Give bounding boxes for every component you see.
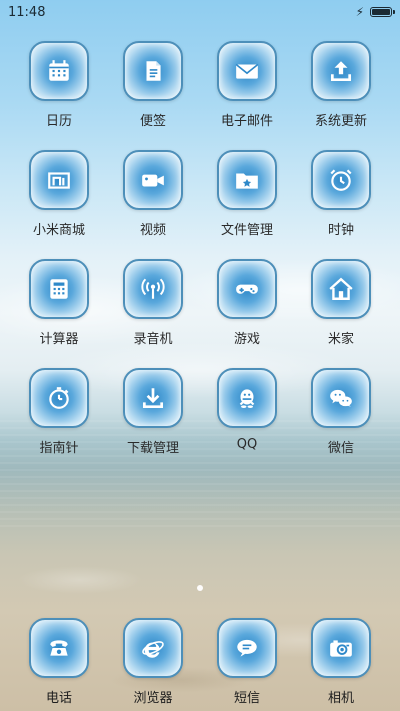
- app-recorder[interactable]: 录音机: [110, 259, 196, 347]
- app-downloads[interactable]: 下载管理: [110, 368, 196, 456]
- app-tile[interactable]: [217, 368, 277, 428]
- app-wechat[interactable]: 微信: [298, 368, 384, 456]
- app-label: 游戏: [233, 332, 260, 347]
- app-tile[interactable]: [123, 41, 183, 101]
- phone-icon: [50, 640, 68, 656]
- app-tile[interactable]: [311, 618, 371, 678]
- app-tile[interactable]: [123, 618, 183, 678]
- app-label: 小米商城: [32, 223, 85, 238]
- app-video[interactable]: 视频: [110, 150, 196, 238]
- app-tile[interactable]: [311, 259, 371, 319]
- app-label: 米家: [327, 332, 354, 347]
- calendar-icon: [49, 60, 69, 81]
- wechat-icon: [330, 389, 352, 407]
- app-calculator[interactable]: 计算器: [16, 259, 102, 347]
- page-indicator-dot[interactable]: [197, 585, 203, 591]
- app-tile[interactable]: [217, 618, 277, 678]
- note-icon: [146, 61, 161, 81]
- folder-icon: [236, 173, 258, 189]
- qq-penguin-icon: [239, 389, 255, 408]
- recorder-icon: [141, 278, 165, 299]
- video-icon: [142, 174, 164, 187]
- app-label: 相机: [327, 691, 354, 706]
- camera-icon: [330, 640, 352, 657]
- app-tile[interactable]: [123, 259, 183, 319]
- app-email[interactable]: 电子邮件: [204, 41, 290, 129]
- store-icon: [48, 172, 70, 189]
- stopwatch-icon: [49, 387, 69, 409]
- message-icon: [237, 639, 257, 657]
- app-label: 时钟: [327, 223, 354, 238]
- dock-phone[interactable]: 电话: [16, 618, 102, 706]
- download-icon: [142, 388, 164, 409]
- app-tile[interactable]: [311, 150, 371, 210]
- app-calendar[interactable]: 日历: [16, 41, 102, 129]
- app-clock[interactable]: 时钟: [298, 150, 384, 238]
- alarm-clock-icon: [330, 169, 352, 191]
- app-tile[interactable]: [123, 150, 183, 210]
- mail-icon: [235, 63, 259, 79]
- app-label: 计算器: [39, 332, 79, 347]
- app-label: 下载管理: [126, 441, 179, 456]
- calculator-icon: [50, 279, 68, 299]
- app-games[interactable]: 游戏: [204, 259, 290, 347]
- app-tile[interactable]: [311, 368, 371, 428]
- app-label: QQ: [236, 437, 258, 452]
- app-tile[interactable]: [311, 41, 371, 101]
- app-mi-store[interactable]: 小米商城: [16, 150, 102, 238]
- app-tile[interactable]: [217, 259, 277, 319]
- app-tile[interactable]: [123, 368, 183, 428]
- app-label: 系统更新: [314, 114, 367, 129]
- app-mi-home[interactable]: 米家: [298, 259, 384, 347]
- app-label: 电子邮件: [220, 114, 273, 129]
- app-tile[interactable]: [217, 41, 277, 101]
- gamepad-icon: [236, 284, 258, 294]
- dock-messages[interactable]: 短信: [204, 618, 290, 706]
- home-icon: [329, 277, 353, 300]
- app-tile[interactable]: [29, 618, 89, 678]
- app-label: 视频: [139, 223, 166, 238]
- app-label: 短信: [233, 691, 260, 706]
- app-label: 文件管理: [220, 223, 273, 238]
- app-qq[interactable]: QQ: [204, 368, 290, 452]
- app-label: 电话: [45, 691, 72, 706]
- dock-camera[interactable]: 相机: [298, 618, 384, 706]
- app-tile[interactable]: [29, 41, 89, 101]
- update-icon: [330, 61, 352, 82]
- app-tile[interactable]: [29, 150, 89, 210]
- app-notes[interactable]: 便签: [110, 41, 196, 129]
- app-tile[interactable]: [217, 150, 277, 210]
- app-label: 浏览器: [133, 691, 173, 706]
- app-label: 便签: [139, 114, 166, 129]
- app-compass[interactable]: 指南针: [16, 368, 102, 456]
- app-system-update[interactable]: 系统更新: [298, 41, 384, 129]
- app-tile[interactable]: [29, 368, 89, 428]
- app-label: 录音机: [133, 332, 173, 347]
- app-tile[interactable]: [29, 259, 89, 319]
- dock-browser[interactable]: 浏览器: [110, 618, 196, 706]
- app-file-manager[interactable]: 文件管理: [204, 150, 290, 238]
- home-screen: 11:48 ⚡ 日历 便签 电子邮件 系统更新 小米商城 视频 文件管理 时钟 …: [0, 0, 400, 711]
- browser-icon: [142, 641, 164, 658]
- app-label: 指南针: [39, 441, 79, 456]
- app-label: 日历: [45, 114, 72, 129]
- app-grid: 日历 便签 电子邮件 系统更新 小米商城 视频 文件管理 时钟 计算器 录音机 …: [0, 0, 400, 711]
- app-label: 微信: [327, 441, 354, 456]
